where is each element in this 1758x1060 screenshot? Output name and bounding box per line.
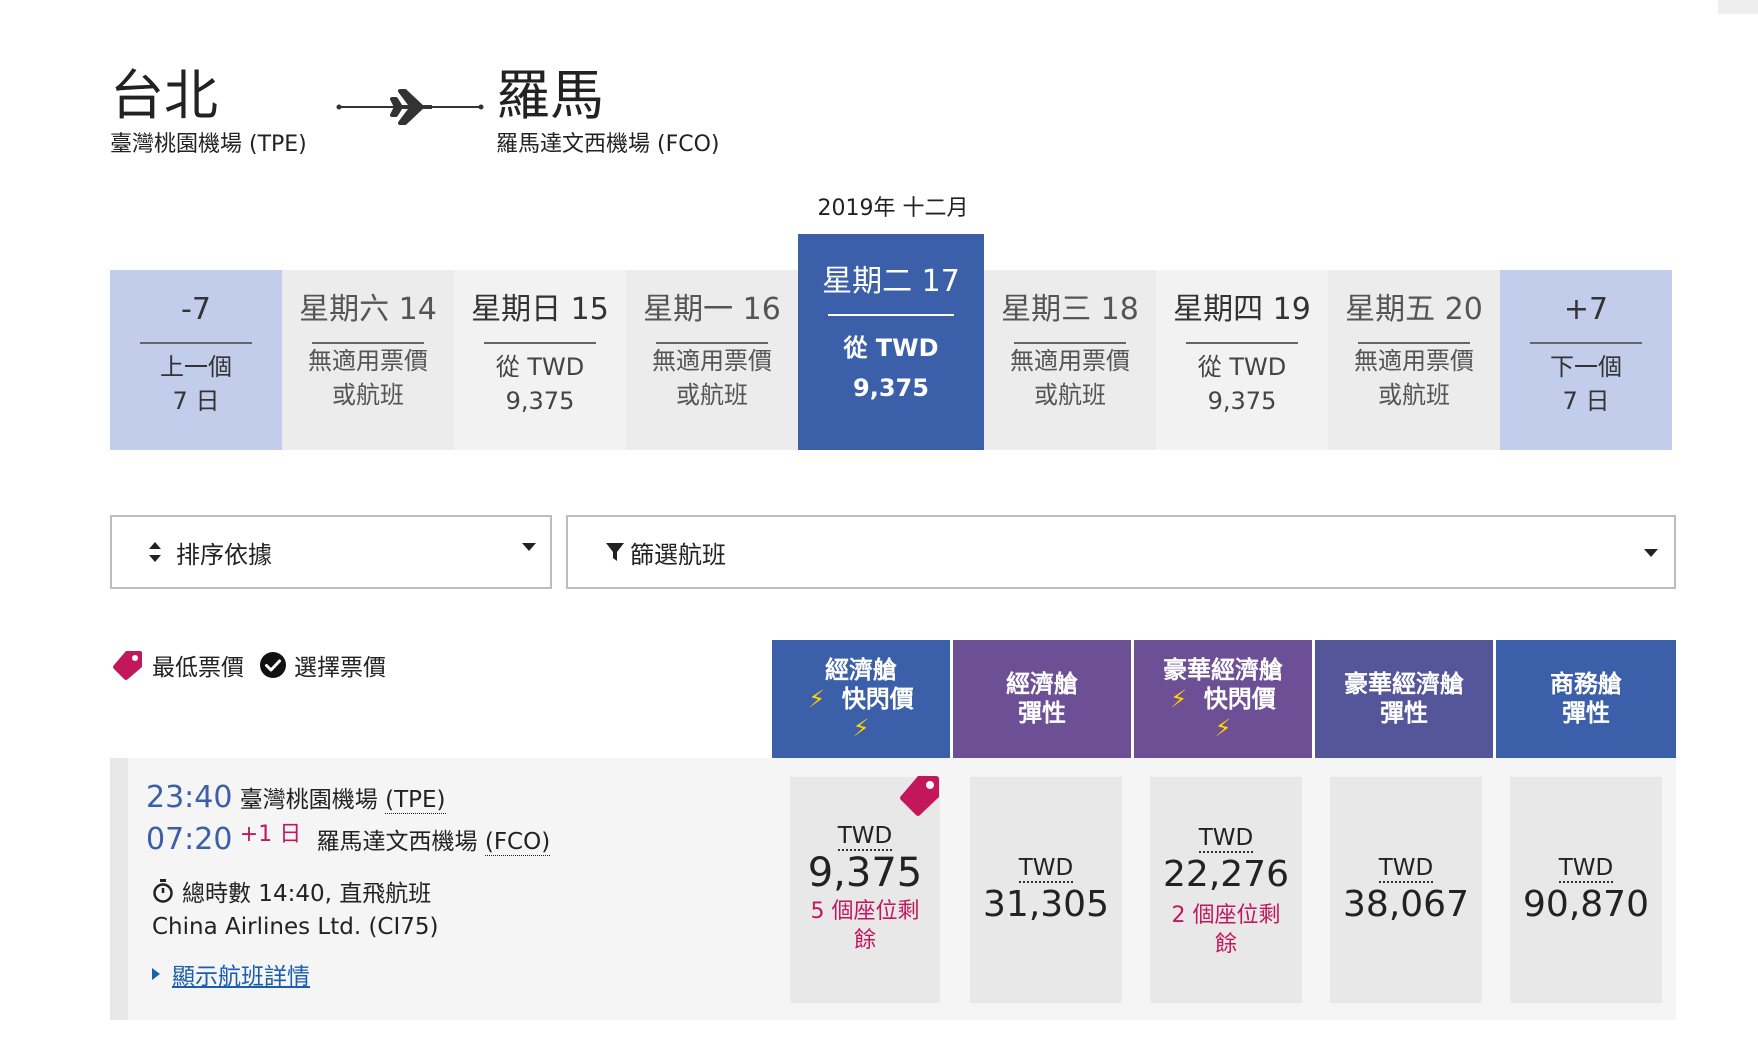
legend-selected-label: 選擇票價 (294, 655, 386, 681)
date-cell-wed-18[interactable]: 星期三 18 無適用票價 或航班 (984, 270, 1156, 450)
date-cell-thu-19[interactable]: 星期四 19 從 TWD 9,375 (1156, 270, 1328, 450)
cabin-header-business-flex[interactable]: 商務艙 彈性 (1496, 640, 1676, 758)
date-cell-sat-14[interactable]: 星期六 14 無適用票價 或航班 (282, 270, 454, 450)
fare-legend: 最低票價 選擇票價 (112, 648, 386, 682)
chevron-down-icon (522, 543, 536, 551)
arrive-time: 07:20 (146, 822, 233, 857)
destination-airport: 羅馬達文西機場 (FCO) (496, 132, 720, 157)
caret-right-icon (152, 968, 160, 980)
destination-city: 羅馬 (496, 64, 604, 127)
cabin-header-economy-flash[interactable]: 經濟艙 ⚡ 快閃價 ⚡ (772, 640, 950, 758)
month-label: 2019年 十二月 (817, 196, 969, 221)
next-day-indicator: +1 日 (239, 822, 302, 847)
carrier-info: China Airlines Ltd. (CI75) (152, 914, 439, 940)
arrive-airport-code: (FCO) (484, 829, 551, 856)
date-cell-tue-17-selected[interactable]: 星期二 17 從 TWD 9,375 (798, 234, 984, 450)
legend-lowest-label: 最低票價 (152, 655, 244, 681)
fare-cell-economy-flash[interactable]: TWD 9,375 5 個座位剩 餘 (790, 776, 940, 1003)
cabin-header-premium-economy-flash[interactable]: 豪華經濟艙 ⚡ 快閃價 ⚡ (1134, 640, 1312, 758)
date-strip: -7 上一個 7 日 星期六 14 無適用票價 或航班 星期日 15 從 TWD… (110, 234, 1676, 450)
lightning-icon: ⚡ (852, 713, 870, 742)
depart-airport: 臺灣桃園機場 (239, 787, 378, 813)
stopwatch-icon (153, 879, 173, 903)
origin-city: 台北 (110, 64, 218, 127)
fare-cell-business-flex[interactable]: TWD 90,870 (1510, 777, 1662, 1003)
fare-cell-economy-flex[interactable]: TWD 31,305 (970, 777, 1122, 1003)
date-cell-sun-15[interactable]: 星期日 15 從 TWD 9,375 (454, 270, 626, 450)
origin-airport: 臺灣桃園機場 (TPE) (110, 132, 307, 157)
chevron-down-icon (1644, 549, 1658, 557)
filter-flights-dropdown[interactable]: 篩選航班 (566, 515, 1676, 589)
duration-line: 總時數 14:40, 直飛航班 (152, 874, 431, 908)
corner-block (1718, 0, 1758, 14)
prev-7-days-button[interactable]: -7 上一個 7 日 (110, 270, 282, 450)
fare-cell-premium-economy-flex[interactable]: TWD 38,067 (1330, 777, 1482, 1003)
arrival-line: 07:20 +1 日 羅馬達文西機場 (FCO) (146, 822, 551, 857)
flight-details-link[interactable]: 顯示航班詳情 (150, 957, 310, 991)
lowest-fare-tag-icon (113, 651, 142, 680)
cabin-header-premium-economy-flex[interactable]: 豪華經濟艙 彈性 (1315, 640, 1493, 758)
lightning-icon: ⚡ (1170, 684, 1188, 713)
departure-line: 23:40 臺灣桃園機場 (TPE) (146, 780, 446, 815)
filter-icon (606, 543, 624, 561)
fare-cell-premium-economy-flash[interactable]: TWD 22,276 2 個座位剩 餘 (1150, 777, 1302, 1003)
depart-airport-code: (TPE) (385, 787, 446, 814)
check-circle-icon (260, 652, 286, 678)
sort-arrows-icon (149, 542, 161, 562)
next-7-days-button[interactable]: +7 下一個 7 日 (1500, 270, 1672, 450)
lightning-icon: ⚡ (808, 684, 826, 713)
lightning-icon: ⚡ (1214, 713, 1232, 742)
depart-time: 23:40 (146, 780, 233, 815)
date-cell-mon-16[interactable]: 星期一 16 無適用票價 或航班 (626, 270, 798, 450)
arrive-airport: 羅馬達文西機場 (316, 829, 478, 855)
plane-route-icon (336, 89, 484, 125)
cabin-header-economy-flex[interactable]: 經濟艙 彈性 (953, 640, 1131, 758)
seats-remaining: 2 個座位剩 餘 (1171, 903, 1281, 957)
lowest-fare-tag-icon (900, 776, 939, 816)
seats-remaining: 5 個座位剩 餘 (810, 899, 920, 953)
sort-dropdown[interactable]: 排序依據 (110, 515, 552, 589)
date-cell-fri-20[interactable]: 星期五 20 無適用票價 或航班 (1328, 270, 1500, 450)
